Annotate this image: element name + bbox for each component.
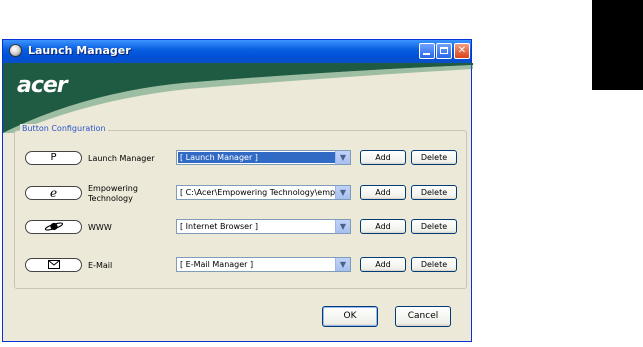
ok-button[interactable]: OK: [322, 306, 378, 327]
chevron-down-icon[interactable]: ▼: [335, 186, 350, 199]
acer-banner: [3, 63, 473, 133]
minimize-button[interactable]: [419, 43, 435, 59]
page-edge-tab: [592, 0, 643, 90]
launch-manager-select[interactable]: [ Launch Manager ] ▼: [176, 150, 351, 165]
group-title: Button Configuration: [20, 124, 108, 133]
add-button-www[interactable]: Add: [360, 219, 406, 234]
chevron-down-icon[interactable]: ▼: [335, 258, 350, 271]
row-label-www: WWW: [88, 223, 112, 232]
p-glyph: P: [50, 152, 57, 163]
add-button-empowering[interactable]: Add: [360, 185, 406, 200]
window-title: Launch Manager: [28, 44, 131, 57]
www-select[interactable]: [ Internet Browser ] ▼: [176, 219, 351, 234]
row-label-technology: Technology: [88, 194, 133, 203]
delete-button-www[interactable]: Delete: [411, 219, 457, 234]
combo-value: [ Internet Browser ]: [180, 222, 259, 231]
row-label-email: E-Mail: [88, 261, 113, 270]
cancel-button[interactable]: Cancel: [395, 306, 451, 327]
www-button[interactable]: [25, 220, 82, 234]
email-button[interactable]: [25, 258, 82, 272]
delete-button-empowering[interactable]: Delete: [411, 185, 457, 200]
app-icon: [9, 44, 22, 57]
delete-button-email[interactable]: Delete: [411, 257, 457, 272]
launch-manager-button-p[interactable]: P: [25, 151, 82, 165]
maximize-button[interactable]: [436, 43, 452, 59]
close-button[interactable]: ✕: [454, 43, 470, 59]
combo-value: [ E-Mail Manager ]: [180, 260, 254, 269]
envelope-icon: [47, 259, 60, 269]
combo-value: [ Launch Manager ]: [178, 152, 337, 163]
title-bar[interactable]: Launch Manager ✕: [3, 40, 471, 63]
combo-value: [ C:\Acer\Empowering Technology\emp: [180, 188, 335, 197]
chevron-down-icon[interactable]: ▼: [335, 151, 350, 164]
row-label-launch-manager: Launch Manager: [88, 154, 155, 163]
e-glyph: e: [49, 186, 58, 200]
row-label-empowering: Empowering: [88, 184, 138, 193]
add-button-email[interactable]: Add: [360, 257, 406, 272]
delete-button-launch-manager[interactable]: Delete: [411, 150, 457, 165]
chevron-down-icon[interactable]: ▼: [335, 220, 350, 233]
globe-icon: [44, 222, 63, 231]
add-button-launch-manager[interactable]: Add: [360, 150, 406, 165]
empowering-select[interactable]: [ C:\Acer\Empowering Technology\emp ▼: [176, 185, 351, 200]
empowering-button-e[interactable]: e: [25, 186, 82, 200]
email-select[interactable]: [ E-Mail Manager ] ▼: [176, 257, 351, 272]
acer-logo: acer: [17, 73, 68, 98]
launch-manager-window: Launch Manager ✕ acer Button Configurati…: [2, 39, 473, 342]
